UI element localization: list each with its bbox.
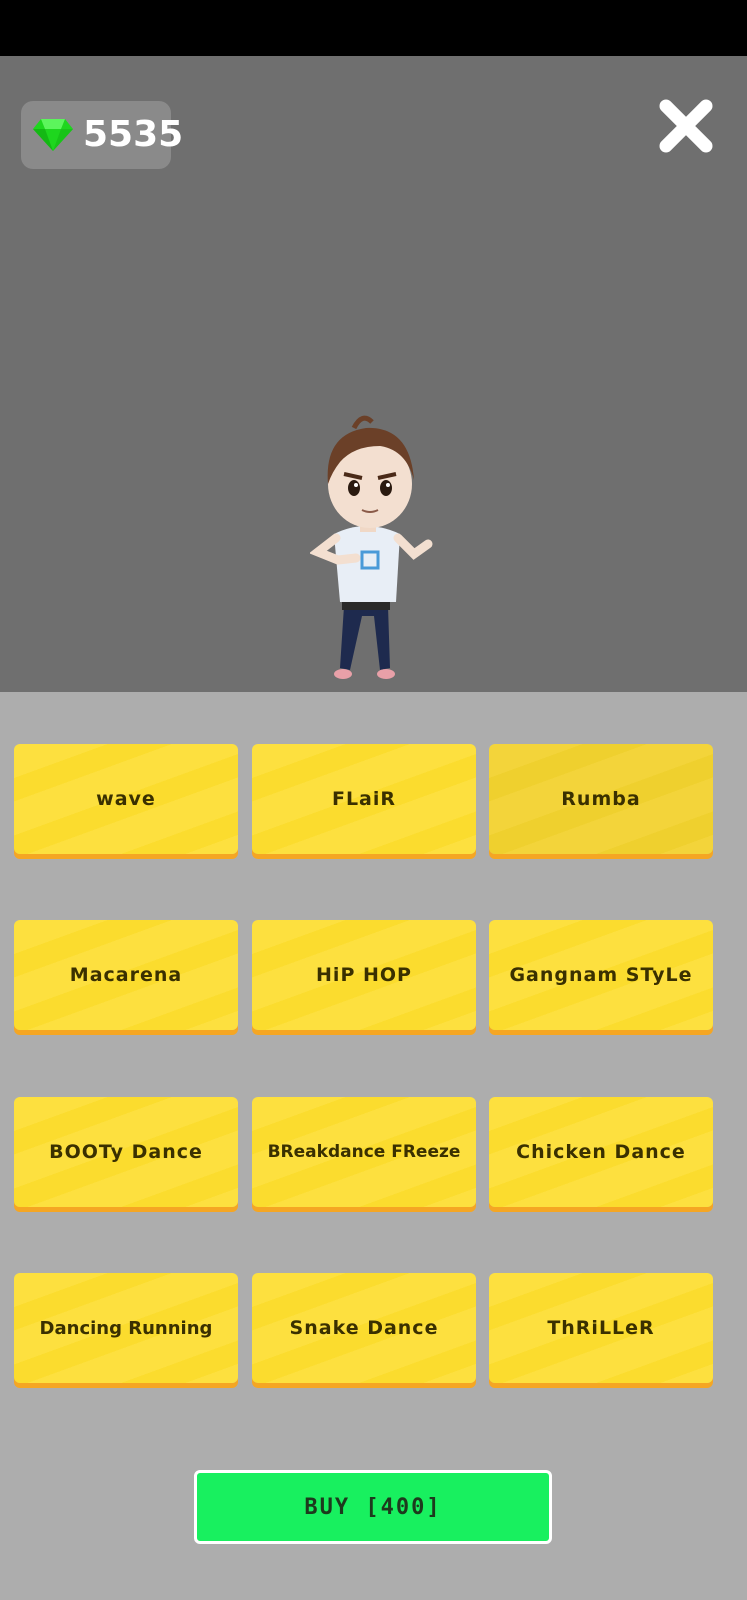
character-preview-stage: 5535 [0,56,747,692]
status-bar [0,0,747,56]
dance-button-gangnam-style[interactable]: Gangnam STyLe [489,920,713,1030]
dance-button-dancing-running[interactable]: Dancing Running [14,1273,238,1383]
dance-button-breakdance-freeze[interactable]: BReakdance FReeze [252,1097,476,1207]
dance-button-chicken-dance[interactable]: Chicken Dance [489,1097,713,1207]
dance-button-rumba[interactable]: Rumba [489,744,713,854]
gem-count: 5535 [83,114,184,155]
dance-label: FLaiR [331,788,397,810]
dance-label: Rumba [561,788,641,810]
buy-button[interactable]: BUY [400] [194,1470,552,1544]
dance-label: Chicken Dance [516,1141,686,1163]
dance-selection-panel: wave FLaiR Rumba Macarena HiP HOP Gangna… [0,692,747,1600]
dance-label: HiP HOP [316,964,412,986]
dance-label: BOOTy Dance [49,1141,203,1163]
dancing-character [310,415,433,679]
dance-button-thriller[interactable]: ThRiLLeR [489,1273,713,1383]
dance-button-booty-dance[interactable]: BOOTy Dance [14,1097,238,1207]
dance-label: BReakdance FReeze [267,1142,461,1162]
dance-button-snake-dance[interactable]: Snake Dance [252,1273,476,1383]
close-icon[interactable] [656,96,716,156]
buy-button-label: BUY [400] [304,1494,442,1520]
gem-icon [33,119,73,151]
dance-label: Snake Dance [289,1317,439,1339]
dance-label: Gangnam STyLe [509,964,693,986]
dance-label: Dancing Running [39,1317,213,1339]
gem-counter: 5535 [21,101,183,169]
dance-button-macarena[interactable]: Macarena [14,920,238,1030]
dance-label: wave [96,788,156,810]
dance-label: ThRiLLeR [547,1317,655,1339]
dance-button-wave[interactable]: wave [14,744,238,854]
dance-button-hip-hop[interactable]: HiP HOP [252,920,476,1030]
dance-button-flair[interactable]: FLaiR [252,744,476,854]
dance-label: Macarena [69,964,183,986]
